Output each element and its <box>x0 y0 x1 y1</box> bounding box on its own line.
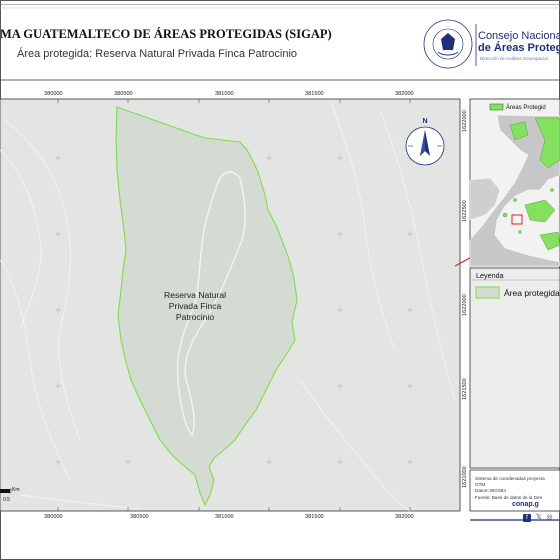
x-tick-bottom: 381000 <box>215 514 234 520</box>
x-tick-bottom: 381500 <box>305 514 324 520</box>
protected-area-label-line: Privada Finca <box>168 301 222 311</box>
org-name-line2: de Áreas Proteg <box>478 42 560 54</box>
north-label: N <box>422 118 428 125</box>
x-tick-bottom: 380000 <box>44 514 63 520</box>
protected-area-label-line: Reserva Natural <box>163 290 227 300</box>
protected-area-label-line: Patrocinio <box>175 312 215 322</box>
y-tick: 1622000 <box>462 110 468 132</box>
legend-item-label: Área protegida <box>504 288 560 298</box>
guatemala-seal-icon <box>423 19 473 69</box>
social-icons: f 𝕏 ◎ <box>523 513 553 522</box>
legend-title: Leyenda <box>476 271 504 280</box>
x-tick-top: 381500 <box>305 91 324 97</box>
x-tick-bottom: 382000 <box>395 514 414 520</box>
org-name-line1: Consejo Nacional <box>478 30 560 42</box>
x-tick-bottom: 380500 <box>130 514 149 520</box>
x-icon[interactable]: 𝕏 <box>536 514 542 521</box>
inset-legend-swatch <box>489 103 504 111</box>
scale-unit: Km <box>12 487 20 493</box>
inset-legend-label: Áreas Protegid <box>506 105 546 111</box>
scale-bar <box>0 488 12 494</box>
info-text: Sistema de coordenadas proyecta GTM Datu… <box>475 476 545 501</box>
x-tick-top: 382000 <box>395 91 414 97</box>
instagram-icon[interactable]: ◎ <box>547 514 553 521</box>
y-tick: 1622000 <box>462 294 468 316</box>
scale-value: 0.5 <box>3 497 10 503</box>
x-tick-top: 381000 <box>215 91 234 97</box>
north-arrow <box>405 126 445 166</box>
legend-swatch <box>475 286 500 299</box>
y-tick: 1622500 <box>462 200 468 222</box>
facebook-icon[interactable]: f <box>523 514 531 522</box>
org-department: Dirección de Análisis Geoespacial <box>480 56 548 61</box>
website-link[interactable]: conap.g <box>512 501 539 508</box>
info-line: Fuente: Base de datos de la Dire <box>475 494 543 500</box>
x-tick-top: 380500 <box>114 91 133 97</box>
y-tick: 1621000 <box>462 466 468 488</box>
x-tick-top: 380000 <box>44 91 63 97</box>
y-tick: 1621500 <box>462 378 468 400</box>
protected-area-label: Reserva Natural Privada Finca Patrocinio <box>150 290 240 323</box>
info-line: Sistema de coordenadas proyecta <box>475 476 545 481</box>
map-layout: MA GUATEMALTECO DE ÁREAS PROTEGIDAS (SIG… <box>0 0 560 560</box>
